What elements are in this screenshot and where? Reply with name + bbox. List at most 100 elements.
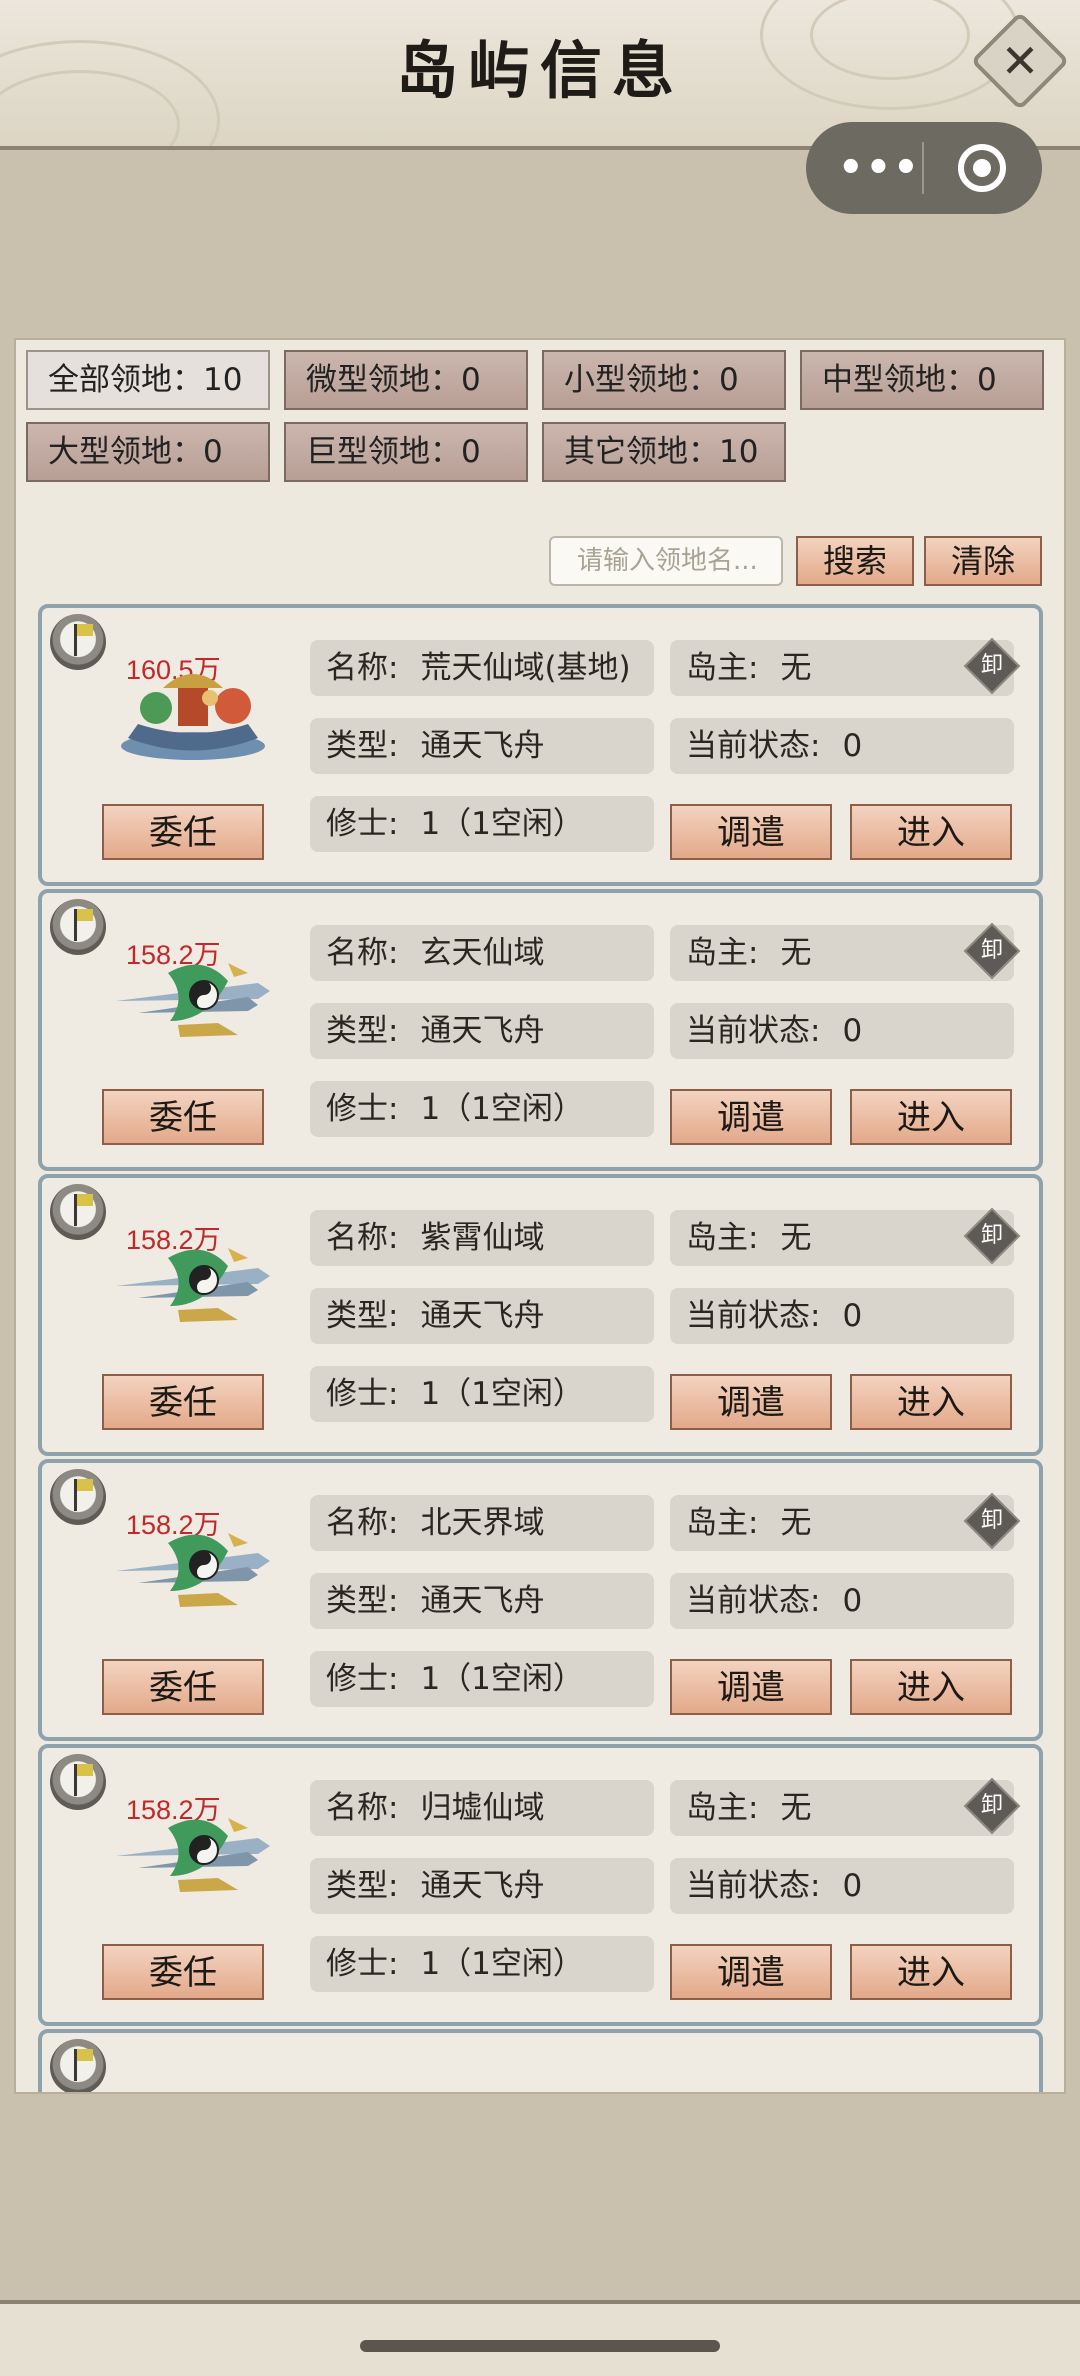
flag-icon	[50, 899, 106, 955]
type-field-value: 通天飞舟	[420, 1298, 545, 1334]
name-field: 名称: 荒天仙域(基地)	[310, 640, 654, 696]
enter-button[interactable]: 进入	[850, 1374, 1012, 1430]
appoint-button[interactable]: 委任	[102, 1374, 264, 1430]
enter-button[interactable]: 进入	[850, 1659, 1012, 1715]
status-field-label: 当前状态:	[686, 1583, 821, 1619]
island-card[interactable]: 160.5万 名称: 荒天仙域(基地) 岛主: 无类型: 通天飞舟 当前状态: 0 修士: 1（1…	[38, 604, 1043, 886]
status-field: 当前状态: 0	[670, 1288, 1014, 1344]
type-field: 类型: 通天飞舟	[310, 1003, 654, 1059]
enter-button[interactable]: 进入	[850, 804, 1012, 860]
home-indicator[interactable]	[360, 2340, 720, 2352]
dispatch-button[interactable]: 调遣	[670, 1659, 832, 1715]
name-field-label: 名称:	[326, 1505, 399, 1541]
owner-field-label: 岛主:	[686, 1505, 759, 1541]
owner-field: 岛主: 无	[670, 925, 1014, 981]
island-card[interactable]: 158.2万 名称: 紫霄仙域 岛主: 无类型: 通天飞舟 当前状态: 0 修士: 1（1空闲）卸…	[38, 1174, 1043, 1456]
type-field-label: 类型:	[326, 1868, 399, 1904]
name-field: 名称: 归墟仙域	[310, 1780, 654, 1836]
owner-field-value: 无	[780, 1220, 812, 1256]
filter-tab[interactable]: 中型领地：0	[800, 350, 1044, 410]
status-field-value: 0	[842, 1013, 863, 1049]
name-field-value: 紫霄仙域	[420, 1220, 545, 1256]
dispatch-button[interactable]: 调遣	[670, 1089, 832, 1145]
dispatch-button[interactable]: 调遣	[670, 804, 832, 860]
flag-icon	[50, 1469, 106, 1525]
enter-button[interactable]: 进入	[850, 1089, 1012, 1145]
exit-target-icon[interactable]	[958, 144, 1006, 192]
name-field: 名称: 北天界域	[310, 1495, 654, 1551]
dismiss-icon: 卸	[980, 1793, 1003, 1818]
name-field: 名称: 紫霄仙域	[310, 1210, 654, 1266]
name-field-label: 名称:	[326, 650, 399, 686]
cultivator-field: 修士: 1（1空闲）	[310, 1081, 654, 1137]
island-card-partial[interactable]	[38, 2029, 1043, 2092]
name-field-value: 归墟仙域	[420, 1790, 545, 1826]
owner-field: 岛主: 无	[670, 1780, 1014, 1836]
name-field-label: 名称:	[326, 1790, 399, 1826]
type-field: 类型: 通天飞舟	[310, 1858, 654, 1914]
filter-tab[interactable]: 大型领地：0	[26, 422, 270, 482]
owner-field-value: 无	[780, 935, 812, 971]
close-icon: ✕	[1000, 34, 1040, 88]
dispatch-button[interactable]: 调遣	[670, 1374, 832, 1430]
appoint-button[interactable]: 委任	[102, 1089, 264, 1145]
type-field-label: 类型:	[326, 1583, 399, 1619]
status-field-label: 当前状态:	[686, 1868, 821, 1904]
name-field-value: 荒天仙域(基地)	[420, 650, 631, 686]
cultivator-field-value: 1（1空闲）	[420, 806, 584, 842]
filter-tab[interactable]: 其它领地：10	[542, 422, 786, 482]
search-input[interactable]: 请输入领地名...	[549, 536, 783, 586]
status-field-value: 0	[842, 1868, 863, 1904]
type-field-value: 通天飞舟	[420, 1868, 545, 1904]
type-field: 类型: 通天飞舟	[310, 1288, 654, 1344]
filter-tab[interactable]: 小型领地：0	[542, 350, 786, 410]
filter-tab[interactable]: 微型领地：0	[284, 350, 528, 410]
dispatch-button[interactable]: 调遣	[670, 1944, 832, 2000]
page-title: 岛屿信息	[395, 34, 684, 107]
flag-icon	[50, 614, 106, 670]
status-field-value: 0	[842, 1298, 863, 1334]
bottom-decor-band	[0, 2300, 1080, 2376]
enter-button[interactable]: 进入	[850, 1944, 1012, 2000]
taiji-sword-ship-icon	[108, 1798, 278, 1908]
status-field: 当前状态: 0	[670, 1573, 1014, 1629]
island-card[interactable]: 158.2万 名称: 北天界域 岛主: 无类型: 通天飞舟 当前状态: 0 修士: 1（1空闲）卸…	[38, 1459, 1043, 1741]
island-list[interactable]: 160.5万 名称: 荒天仙域(基地) 岛主: 无类型: 通天飞舟 当前状态: 0 修士: 1（1…	[16, 600, 1064, 2092]
taiji-sword-ship-icon	[108, 943, 278, 1053]
clear-button[interactable]: 清除	[924, 536, 1042, 586]
owner-field: 岛主: 无	[670, 1495, 1014, 1551]
dismiss-icon: 卸	[980, 1223, 1003, 1248]
filter-tab[interactable]: 全部领地：10	[26, 350, 270, 410]
type-field: 类型: 通天飞舟	[310, 718, 654, 774]
cultivator-field-label: 修士:	[326, 1091, 399, 1127]
island-card[interactable]: 158.2万 名称: 玄天仙域 岛主: 无类型: 通天飞舟 当前状态: 0 修士: 1（1空闲）卸…	[38, 889, 1043, 1171]
filter-tab[interactable]: 巨型领地：0	[284, 422, 528, 482]
owner-field-value: 无	[780, 1505, 812, 1541]
cultivator-field-value: 1（1空闲）	[420, 1376, 584, 1412]
owner-field-label: 岛主:	[686, 1790, 759, 1826]
status-field-label: 当前状态:	[686, 1013, 821, 1049]
search-button[interactable]: 搜索	[796, 536, 914, 586]
taiji-sword-ship-icon	[108, 1513, 278, 1623]
status-field-label: 当前状态:	[686, 1298, 821, 1334]
dismiss-icon: 卸	[980, 653, 1003, 678]
dismiss-icon: 卸	[980, 1508, 1003, 1533]
appoint-button[interactable]: 委任	[102, 1659, 264, 1715]
cultivator-field-value: 1（1空闲）	[420, 1946, 584, 1982]
cultivator-field: 修士: 1（1空闲）	[310, 1651, 654, 1707]
cultivator-field: 修士: 1（1空闲）	[310, 1936, 654, 1992]
status-field: 当前状态: 0	[670, 718, 1014, 774]
name-field-label: 名称:	[326, 1220, 399, 1256]
more-icon[interactable]: •••	[838, 122, 919, 214]
appoint-button[interactable]: 委任	[102, 1944, 264, 2000]
type-field-label: 类型:	[326, 728, 399, 764]
name-field-value: 北天界域	[420, 1505, 545, 1541]
type-field-label: 类型:	[326, 1298, 399, 1334]
appoint-button[interactable]: 委任	[102, 804, 264, 860]
island-card[interactable]: 158.2万 名称: 归墟仙域 岛主: 无类型: 通天飞舟 当前状态: 0 修士: 1（1空闲）卸…	[38, 1744, 1043, 2026]
owner-field-label: 岛主:	[686, 650, 759, 686]
name-field-label: 名称:	[326, 935, 399, 971]
type-field-label: 类型:	[326, 1013, 399, 1049]
owner-field-value: 无	[780, 1790, 812, 1826]
status-field: 当前状态: 0	[670, 1003, 1014, 1059]
